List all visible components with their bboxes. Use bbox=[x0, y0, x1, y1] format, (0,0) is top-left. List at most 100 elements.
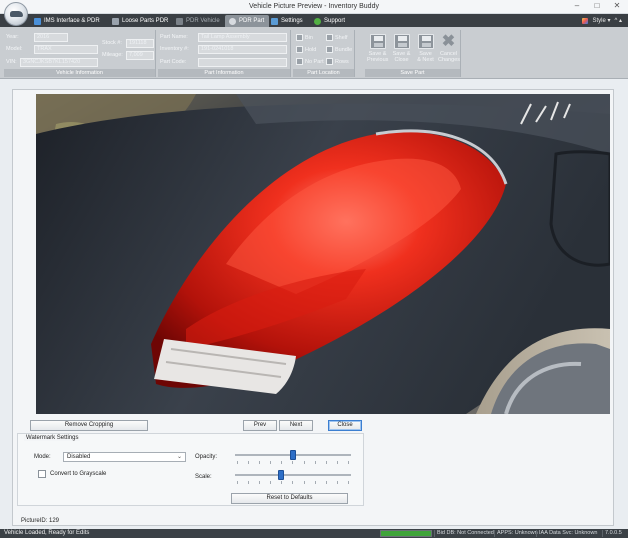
tab-loose-parts[interactable]: Loose Parts PDR bbox=[108, 15, 173, 27]
button-label: Bundle bbox=[335, 46, 353, 53]
part-name-label: Part Name: bbox=[160, 34, 188, 40]
part-code-field[interactable] bbox=[198, 58, 287, 67]
slider-ticks bbox=[235, 481, 351, 484]
maximize-button[interactable]: □ bbox=[592, 1, 602, 10]
window-title: Vehicle Picture Preview - Inventory Budd… bbox=[249, 3, 379, 10]
rows-icon bbox=[326, 58, 333, 65]
bundle-icon bbox=[326, 46, 333, 53]
tab-pdr-part[interactable]: PDR Part bbox=[225, 15, 270, 27]
hold-icon bbox=[296, 46, 303, 53]
rows-button[interactable]: Rows bbox=[326, 57, 349, 66]
inventory-field[interactable]: 191-0241018 bbox=[198, 45, 287, 54]
reset-to-defaults-button[interactable]: Reset to Defaults bbox=[231, 493, 348, 504]
vehicle-photo[interactable] bbox=[36, 94, 610, 414]
vin-field[interactable]: 3GNCJKSB7KL157420 bbox=[20, 58, 98, 67]
group-caption: Vehicle Information bbox=[4, 69, 155, 77]
mode-select[interactable]: Disabled ⌄ bbox=[63, 452, 186, 462]
iaa-data-svc-status: IAA Data Svc: Unknown bbox=[536, 530, 599, 537]
progress-fill bbox=[381, 531, 431, 536]
minimize-button[interactable]: – bbox=[572, 1, 582, 10]
button-label: Changes bbox=[438, 57, 461, 63]
button-label: Shelf bbox=[335, 34, 348, 41]
model-field[interactable]: TRAX bbox=[34, 45, 98, 54]
save-close-button[interactable]: Save & Close bbox=[391, 34, 412, 68]
bin-icon bbox=[296, 34, 303, 41]
picture-id-label: PictureID: 129 bbox=[21, 518, 60, 524]
year-field[interactable]: 2016 bbox=[34, 33, 68, 42]
mileage-label: Mileage: bbox=[102, 52, 123, 58]
mode-value: Disabled bbox=[67, 454, 91, 460]
inventory-label: Inventory #: bbox=[160, 46, 189, 52]
year-label: Year: bbox=[6, 34, 19, 40]
part-information-group: Part Name: Tail Lamp Assembly Inventory … bbox=[158, 30, 291, 77]
bin-button[interactable]: Bin bbox=[296, 33, 313, 42]
save-previous-button[interactable]: Save & Previous bbox=[367, 34, 388, 68]
style-menu[interactable]: Style ▾ ^ ▴ bbox=[582, 17, 622, 24]
slider-track bbox=[235, 474, 351, 476]
cancel-x-icon: ✖ bbox=[441, 33, 456, 50]
title-bar: Vehicle Picture Preview - Inventory Budd… bbox=[0, 0, 628, 26]
watermark-settings-group: Watermark Settings Mode: Disabled ⌄ Conv… bbox=[17, 433, 364, 506]
opacity-slider[interactable] bbox=[235, 450, 351, 465]
button-label: Rows bbox=[335, 58, 349, 65]
mileage-field[interactable]: 7,009 bbox=[126, 51, 154, 60]
save-part-group: Save & Previous Save & Close Save & Next… bbox=[365, 30, 461, 77]
picture-preview-panel: Remove Cropping Prev Next Close Watermar… bbox=[12, 89, 614, 526]
remove-cropping-button[interactable]: Remove Cropping bbox=[30, 420, 148, 431]
support-icon bbox=[314, 17, 321, 25]
hold-button[interactable]: Hold bbox=[296, 45, 316, 54]
app-logo-icon[interactable] bbox=[4, 2, 28, 26]
scale-label: Scale: bbox=[195, 474, 212, 480]
tab-pdr-vehicle[interactable]: PDR Vehicle bbox=[172, 15, 225, 27]
scale-slider[interactable] bbox=[235, 470, 351, 485]
vehicle-information-group: Year: 2016 Model: TRAX Stock #: 191118 M… bbox=[4, 30, 156, 77]
part-code-label: Part Code: bbox=[160, 59, 187, 65]
bid-db-status: Bid DB: Not Connected bbox=[434, 530, 496, 537]
button-label: No Part bbox=[305, 58, 324, 65]
window-controls: – □ ✕ bbox=[572, 1, 622, 10]
tail-lamp-photo-image bbox=[36, 94, 610, 414]
model-label: Model: bbox=[6, 46, 23, 52]
tab-support[interactable]: Support bbox=[310, 15, 350, 27]
tab-ims-interface[interactable]: IMS Interface & PDR bbox=[30, 15, 105, 27]
part-name-field[interactable]: Tail Lamp Assembly bbox=[198, 33, 287, 42]
scale-slider-thumb[interactable] bbox=[278, 470, 285, 480]
tab-settings[interactable]: Settings bbox=[267, 15, 308, 27]
tab-label: PDR Vehicle bbox=[186, 18, 220, 24]
floppy-disk-icon bbox=[369, 34, 386, 49]
button-label: Previous bbox=[367, 57, 389, 63]
no-part-button[interactable]: No Part bbox=[296, 57, 324, 66]
close-button[interactable]: Close bbox=[328, 420, 362, 431]
bundle-button[interactable]: Bundle bbox=[326, 45, 352, 54]
close-window-button[interactable]: ✕ bbox=[612, 1, 622, 10]
prev-button[interactable]: Prev bbox=[243, 420, 277, 431]
floppy-disk-icon bbox=[393, 34, 410, 49]
group-caption: Part Location bbox=[293, 69, 354, 77]
opacity-label: Opacity: bbox=[195, 454, 218, 460]
status-bar: Vehicle Loaded, Ready for Edits Bid DB: … bbox=[0, 529, 628, 538]
cancel-changes-button[interactable]: ✖ Cancel Changes bbox=[438, 33, 461, 68]
stock-field[interactable]: 191118 bbox=[126, 39, 154, 48]
status-progress-bar bbox=[380, 530, 432, 537]
tab-label: IMS Interface & PDR bbox=[44, 18, 100, 24]
next-button[interactable]: Next bbox=[279, 420, 313, 431]
grayscale-checkbox[interactable] bbox=[38, 470, 46, 478]
settings-icon bbox=[271, 17, 278, 25]
part-location-group: Bin Shelf Hold Bundle No Part Rows Part … bbox=[293, 30, 355, 77]
button-label: Close bbox=[394, 57, 409, 63]
ims-icon bbox=[34, 17, 41, 25]
mode-label: Mode: bbox=[34, 454, 51, 460]
save-next-button[interactable]: Save & Next bbox=[415, 34, 436, 68]
stock-label: Stock #: bbox=[102, 40, 122, 46]
apps-status: APPS: Unknown bbox=[494, 530, 540, 537]
button-label: Hold bbox=[305, 46, 317, 53]
part-icon bbox=[229, 17, 236, 25]
opacity-slider-thumb[interactable] bbox=[290, 450, 296, 460]
button-label: & Next bbox=[417, 57, 434, 63]
shelf-button[interactable]: Shelf bbox=[326, 33, 348, 42]
watermark-settings-title: Watermark Settings bbox=[24, 435, 81, 441]
ribbon-tabbar: IMS Interface & PDR Loose Parts PDR PDR … bbox=[0, 14, 628, 27]
ribbon-collapse-icon[interactable]: ^ ▴ bbox=[615, 17, 623, 24]
button-label: Bin bbox=[305, 34, 313, 41]
shelf-icon bbox=[326, 34, 333, 41]
